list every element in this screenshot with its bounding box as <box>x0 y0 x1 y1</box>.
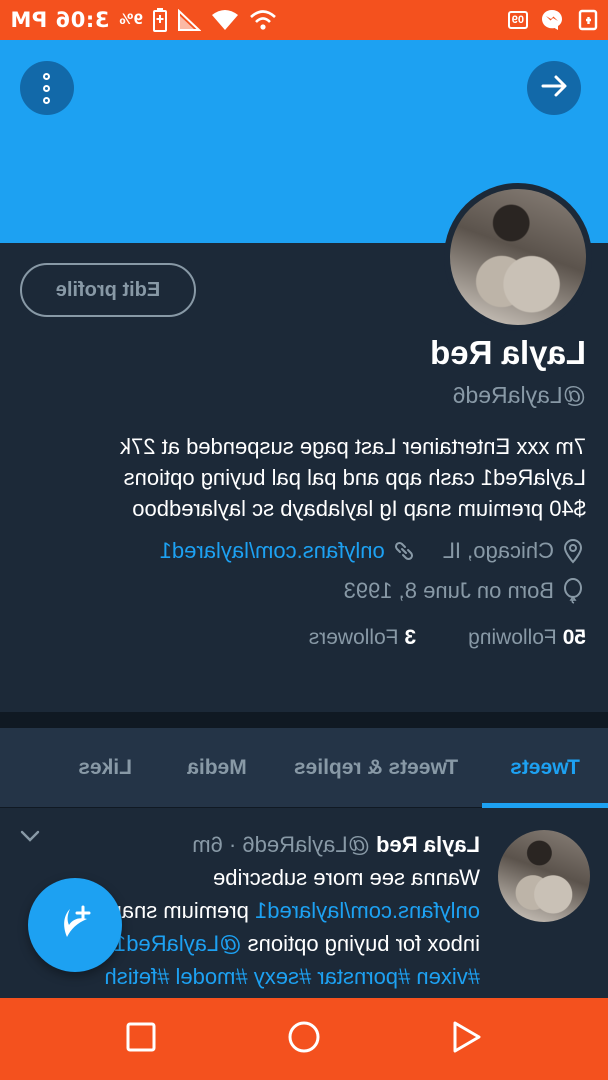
screen: 09 9% 3:06 PM Edit profile Layla Red @La… <box>0 0 608 1080</box>
wifi-icon <box>211 9 239 31</box>
tab-tweets[interactable]: Tweets <box>482 728 608 808</box>
tweet-avatar[interactable] <box>498 830 590 922</box>
followers-label: Followers <box>308 626 399 649</box>
status-time: 3:06 PM <box>10 8 110 32</box>
following-count: 50 <box>562 626 586 649</box>
chevron-down-icon <box>20 829 40 847</box>
birthday-row: Born on June 8, 1993 <box>26 578 586 604</box>
recents-square-icon <box>126 1022 156 1057</box>
tweet-menu-chevron[interactable] <box>18 826 42 850</box>
tweet-handle-time: @LaylaRed6 · 6m <box>192 832 370 857</box>
more-options-button[interactable] <box>20 61 74 115</box>
follow-stats: 50 Following 3 Followers <box>26 626 586 650</box>
status-system: 9% 3:06 PM <box>10 8 277 32</box>
messenger-icon <box>540 8 564 32</box>
battery-percent: 9% <box>119 12 144 28</box>
following-label: Following <box>468 626 557 649</box>
tweet-link[interactable]: onlyfans.com/laylared1 <box>255 898 480 923</box>
location-text: Chicago, IL <box>442 538 554 563</box>
bio: 7m xxx Entertainer Last page suspended a… <box>26 431 586 524</box>
bio-line: 7m xxx Entertainer Last page suspended a… <box>120 434 586 459</box>
arrow-back-icon <box>539 71 569 106</box>
profile-info: Layla Red @LaylaRed6 7m xxx Entertainer … <box>26 330 586 650</box>
back-button[interactable] <box>527 61 581 115</box>
followers-stat[interactable]: 3 Followers <box>309 626 416 650</box>
tab-media[interactable]: Media <box>164 728 270 808</box>
battery-icon <box>153 8 168 32</box>
profile-tabs: Tweets Tweets & replies Media Likes <box>0 728 608 808</box>
system-nav-bar <box>0 998 608 1080</box>
compose-tweet-button[interactable] <box>28 878 122 972</box>
tweet-mention[interactable]: @LaylaRed1 <box>114 931 242 956</box>
section-divider <box>0 712 608 728</box>
birthday-text: Born on June 8, 1993 <box>343 578 554 603</box>
location-website-row: Chicago, IL onlyfans.com/laylared1 <box>26 538 586 564</box>
display-name: Layla Red <box>430 334 586 371</box>
profile-avatar[interactable] <box>444 183 592 331</box>
avatar-image <box>450 189 586 325</box>
edit-profile-button[interactable]: Edit profile <box>20 263 196 317</box>
status-notifications: 09 <box>507 8 598 32</box>
tweet-text: inbox for buying options <box>241 931 480 956</box>
following-stat[interactable]: 50 Following <box>468 626 586 650</box>
back-triangle-icon <box>452 1020 482 1059</box>
tweet-author: Layla Red <box>376 832 480 857</box>
tab-likes[interactable]: Likes <box>0 728 164 808</box>
location-pin-icon <box>560 538 586 564</box>
bluetooth-icon <box>249 9 277 31</box>
more-vertical-icon <box>43 72 51 104</box>
notification-icon <box>576 8 598 32</box>
nav-recents-button[interactable] <box>121 1019 161 1059</box>
website-link[interactable]: onlyfans.com/laylared1 <box>160 538 385 564</box>
small-status-box: 09 <box>507 11 528 29</box>
bio-line: $40 premium snap Ig laylabayb sc laylare… <box>132 496 586 521</box>
followers-count: 3 <box>404 626 417 649</box>
link-icon <box>391 538 417 564</box>
compose-tweet-icon <box>53 901 97 950</box>
tweet-header: Layla Red @LaylaRed6 · 6m <box>0 828 480 861</box>
signal-icon <box>177 9 202 31</box>
bio-line: LaylaRed1 cash app and pal pal buying op… <box>123 465 586 490</box>
nav-home-button[interactable] <box>284 1019 324 1059</box>
home-circle-icon <box>287 1020 321 1059</box>
tab-tweets-replies[interactable]: Tweets & replies <box>270 728 482 808</box>
status-bar: 09 9% 3:06 PM <box>0 0 608 40</box>
balloon-icon <box>560 578 586 604</box>
nav-back-button[interactable] <box>447 1019 487 1059</box>
user-handle: @LaylaRed6 <box>452 382 586 408</box>
